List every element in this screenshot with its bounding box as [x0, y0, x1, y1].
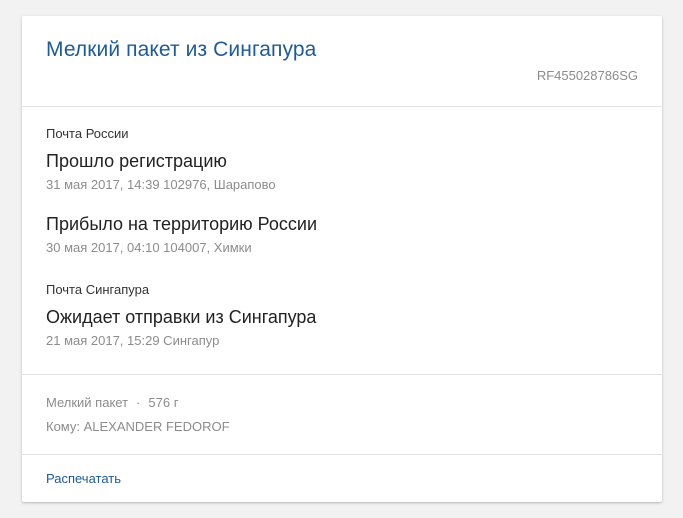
package-weight: 576 г: [148, 395, 179, 410]
separator-dot: ·: [136, 395, 141, 410]
carrier-label-russia: Почта России: [46, 126, 129, 141]
tracking-events: Почта России Прошло регистрацию 31 мая 2…: [22, 107, 662, 375]
tracking-card: Мелкий пакет из Сингапура RF455028786SG …: [22, 16, 662, 502]
event-title: Прибыло на территорию России: [46, 214, 318, 234]
event-meta: 31 мая 2017, 14:39 102976, Шарапово: [46, 177, 276, 192]
event-meta: 30 мая 2017, 04:10 104007, Химки: [46, 240, 252, 255]
package-type: Мелкий пакет: [46, 395, 129, 410]
package-title: Мелкий пакет из Сингапура: [46, 38, 317, 61]
event-meta: 21 мая 2017, 15:29 Сингапур: [46, 333, 220, 348]
package-details: Мелкий пакет · 576 г Кому: ALEXANDER FEDOR…: [22, 375, 662, 455]
card-header: Мелкий пакет из Сингапура RF455028786SG: [22, 16, 662, 107]
print-button[interactable]: Распечатать: [46, 471, 121, 486]
event-title: Прошло регистрацию: [46, 151, 227, 171]
event-title: Ожидает отправки из Сингапура: [46, 307, 317, 327]
package-type-weight: Мелкий пакет · 576 г: [46, 395, 178, 410]
recipient: Кому: ALEXANDER FEDOROF: [46, 419, 230, 434]
tracking-number: RF455028786SG: [536, 68, 638, 83]
carrier-label-singapore: Почта Сингапура: [46, 282, 150, 297]
card-footer: Распечатать: [22, 455, 662, 503]
